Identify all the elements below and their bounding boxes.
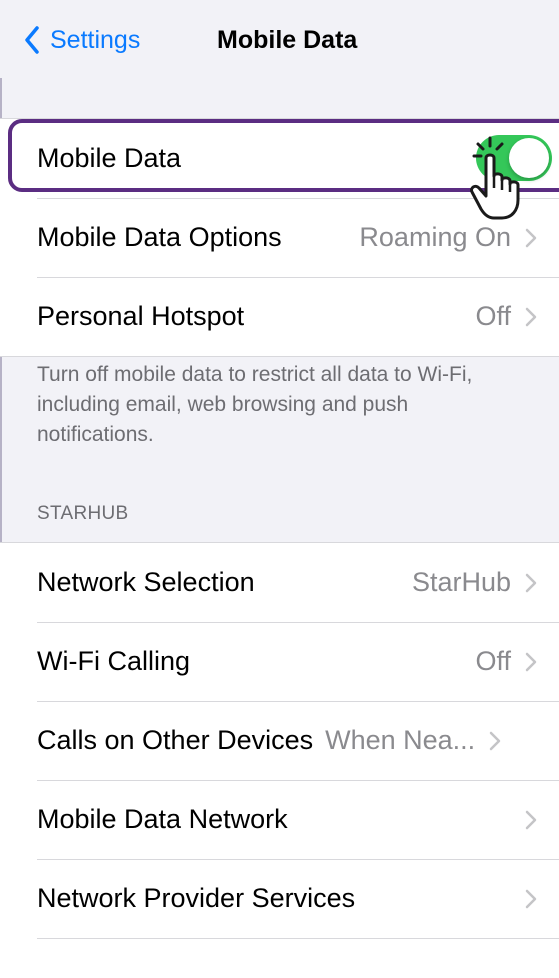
row-value: Roaming On [359, 222, 511, 252]
row-value: When Nea... [325, 725, 476, 755]
row-label: Mobile Data [37, 143, 182, 173]
back-button-label: Settings [50, 25, 141, 54]
row-label: Network Selection [37, 567, 255, 597]
hand-pointer-icon [470, 136, 520, 220]
row-value: Off [475, 301, 511, 331]
calls-on-other-devices-row[interactable]: Calls on Other Devices When Nea... [0, 701, 559, 780]
row-label: Mobile Data Network [37, 804, 288, 834]
chevron-right-icon [525, 307, 537, 326]
wifi-calling-row[interactable]: Wi-Fi Calling Off [0, 622, 559, 701]
row-value: Off [475, 646, 511, 676]
chevron-right-icon [525, 810, 537, 829]
navigation-bar: Settings Mobile Data [0, 0, 559, 78]
row-label: Calls on Other Devices [37, 725, 314, 755]
chevron-right-icon [525, 228, 537, 247]
chevron-right-icon [525, 573, 537, 592]
row-label: Wi-Fi Calling [37, 646, 191, 676]
section-header: STARHUB [37, 503, 129, 524]
row-label: Mobile Data Options [37, 222, 282, 252]
personal-hotspot-row[interactable]: Personal Hotspot Off [0, 277, 559, 356]
list-item [0, 938, 559, 978]
starhub-group: Network Selection StarHub Wi-Fi Calling … [0, 542, 559, 978]
chevron-right-icon [525, 889, 537, 908]
row-label: Network Provider Services [37, 883, 356, 913]
page-title: Mobile Data [217, 26, 358, 54]
row-label: Personal Hotspot [37, 301, 245, 331]
row-value: StarHub [411, 567, 511, 597]
network-selection-row[interactable]: Network Selection StarHub [0, 543, 559, 622]
chevron-right-icon [489, 731, 501, 750]
footnote-text: Turn off mobile data to restrict all dat… [37, 363, 473, 446]
network-provider-services-row[interactable]: Network Provider Services [0, 859, 559, 938]
back-button[interactable]: Settings [24, 22, 140, 58]
mobile-data-network-row[interactable]: Mobile Data Network [0, 780, 559, 859]
chevron-right-icon [525, 652, 537, 671]
chevron-left-icon [25, 26, 39, 54]
